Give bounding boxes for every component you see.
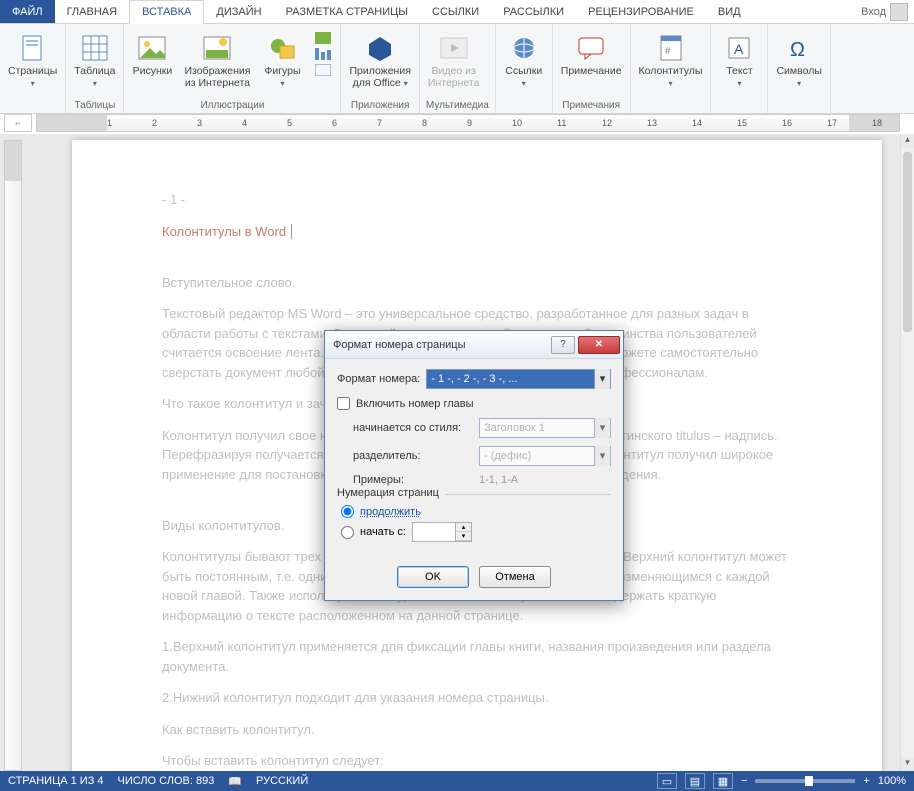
cancel-button[interactable]: Отмена	[479, 566, 551, 588]
tab-mailings[interactable]: РАССЫЛКИ	[491, 0, 576, 23]
status-bar: СТРАНИЦА 1 ИЗ 4 ЧИСЛО СЛОВ: 893 📖 РУССКИ…	[0, 771, 914, 791]
group-hf-label	[637, 109, 705, 113]
pictures-button[interactable]: Рисунки	[130, 30, 174, 80]
comment-button[interactable]: Примечание	[559, 30, 624, 80]
radio-start-label: начать с:	[360, 526, 406, 538]
links-button[interactable]: Ссылки▾	[502, 30, 546, 91]
vertical-ruler[interactable]	[4, 140, 22, 771]
ruler-corner[interactable]: ⌐	[4, 114, 32, 132]
dialog-help-button[interactable]: ?	[551, 336, 575, 354]
chevron-down-icon[interactable]: ▾	[594, 369, 610, 389]
status-page[interactable]: СТРАНИЦА 1 ИЗ 4	[8, 775, 104, 787]
start-at-spinner[interactable]: ▴▾	[412, 522, 472, 542]
tab-file[interactable]: ФАЙЛ	[0, 0, 55, 23]
examples-value: 1-1, 1-A	[479, 474, 518, 486]
scroll-thumb[interactable]	[903, 152, 912, 332]
scroll-up-icon[interactable]: ▴	[901, 134, 914, 148]
view-read-icon[interactable]: ▭	[657, 773, 677, 789]
group-tables-label: Таблицы	[72, 98, 117, 113]
spinner-up-icon[interactable]: ▴	[456, 523, 471, 532]
format-label: Формат номера:	[337, 373, 420, 385]
chevron-down-icon: ▾	[594, 446, 610, 466]
spinner-down-icon[interactable]: ▾	[456, 532, 471, 541]
group-pages-label	[6, 109, 59, 113]
group-illustrations-label: Иллюстрации	[130, 98, 334, 113]
svg-text:A: A	[734, 41, 744, 57]
table-button[interactable]: Таблица▾	[72, 30, 117, 91]
para: Чтобы вставить колонтитул следует:	[162, 751, 792, 771]
status-words[interactable]: ЧИСЛО СЛОВ: 893	[118, 775, 215, 787]
dialog-title: Формат номера страницы	[333, 339, 551, 351]
numbering-legend: Нумерация страниц	[337, 487, 445, 499]
login-link[interactable]: Вход	[861, 6, 886, 18]
chart-icon[interactable]	[315, 48, 331, 60]
radio-continue-label: продолжить	[360, 506, 421, 518]
tab-design[interactable]: ДИЗАЙН	[204, 0, 273, 23]
ruler-row: ⌐ 123456789101112131415161718	[0, 114, 914, 132]
svg-text:#: #	[665, 46, 671, 57]
ok-button[interactable]: OK	[397, 566, 469, 588]
zoom-value[interactable]: 100%	[878, 775, 906, 787]
radio-start-at[interactable]	[341, 526, 354, 539]
zoom-slider[interactable]	[755, 779, 855, 783]
group-links-label	[502, 109, 546, 113]
tab-home[interactable]: ГЛАВНАЯ	[55, 0, 129, 23]
doc-title: Колонтитулы в Word	[162, 222, 792, 242]
ribbon: Страницы▾ Таблица▾ Таблицы Рисунки Изобр…	[0, 24, 914, 114]
radio-continue[interactable]	[341, 505, 354, 518]
view-web-icon[interactable]: ▦	[713, 773, 733, 789]
para: Как вставить колонтитул.	[162, 720, 792, 740]
horizontal-ruler[interactable]: 123456789101112131415161718	[36, 114, 900, 132]
para: 1.Верхний колонтитул применяется для фик…	[162, 637, 792, 676]
smartart-icon[interactable]	[315, 32, 331, 44]
apps-button[interactable]: Приложения для Office ▾	[347, 30, 412, 91]
status-language[interactable]: РУССКИЙ	[256, 775, 308, 787]
zoom-out-icon[interactable]: −	[741, 775, 747, 787]
tab-insert[interactable]: ВСТАВКА	[129, 0, 204, 24]
examples-label: Примеры:	[353, 474, 473, 486]
include-chapter-checkbox[interactable]	[337, 397, 350, 410]
illustrations-extras[interactable]	[312, 30, 334, 78]
starts-style-label: начинается со стиля:	[353, 422, 473, 434]
group-apps-label: Приложения	[347, 98, 412, 113]
online-pictures-button[interactable]: Изображения из Интернета	[182, 30, 252, 91]
tab-references[interactable]: ССЫЛКИ	[420, 0, 491, 23]
text-button[interactable]: A Текст▾	[717, 30, 761, 91]
online-video-button: Видео из Интернета	[426, 30, 482, 91]
group-text-label	[717, 109, 761, 113]
para: Вступительное слово.	[162, 273, 792, 293]
number-format-combo[interactable]: - 1 -, - 2 -, - 3 -, ...▾	[426, 369, 611, 389]
user-avatar-icon[interactable]	[890, 3, 908, 21]
pages-button[interactable]: Страницы▾	[6, 30, 59, 91]
ribbon-tabs: ФАЙЛ ГЛАВНАЯ ВСТАВКА ДИЗАЙН РАЗМЕТКА СТР…	[0, 0, 914, 24]
zoom-in-icon[interactable]: +	[863, 775, 869, 787]
separator-label: разделитель:	[353, 450, 473, 462]
chevron-down-icon: ▾	[594, 418, 610, 438]
tab-view[interactable]: ВИД	[706, 0, 753, 23]
svg-text:Ω: Ω	[790, 39, 805, 60]
group-media-label: Мультимедиа	[426, 98, 489, 113]
screenshot-icon[interactable]	[315, 64, 331, 76]
dialog-close-button[interactable]: ✕	[578, 336, 620, 354]
group-comments-label: Примечания	[559, 98, 624, 113]
group-symbols-label	[774, 109, 823, 113]
para: 2.Нижний колонтитул подходит для указани…	[162, 688, 792, 708]
status-proofing-icon[interactable]: 📖	[228, 775, 242, 788]
tab-layout[interactable]: РАЗМЕТКА СТРАНИЦЫ	[274, 0, 420, 23]
vertical-scrollbar[interactable]: ▴ ▾	[900, 134, 914, 771]
scroll-down-icon[interactable]: ▾	[901, 757, 914, 771]
shapes-button[interactable]: Фигуры▾	[260, 30, 304, 91]
tab-review[interactable]: РЕЦЕНЗИРОВАНИЕ	[576, 0, 706, 23]
separator-combo: - (дефис)▾	[479, 446, 611, 466]
starts-style-combo: Заголовок 1▾	[479, 418, 611, 438]
include-chapter-label: Включить номер главы	[356, 398, 474, 410]
view-print-icon[interactable]: ▤	[685, 773, 705, 789]
symbols-button[interactable]: Ω Символы▾	[774, 30, 823, 91]
headers-footers-button[interactable]: # Колонтитулы▾	[637, 30, 705, 91]
page-number-format-dialog: Формат номера страницы ? ✕ Формат номера…	[324, 330, 624, 601]
page-number: - 1 -	[162, 190, 792, 210]
